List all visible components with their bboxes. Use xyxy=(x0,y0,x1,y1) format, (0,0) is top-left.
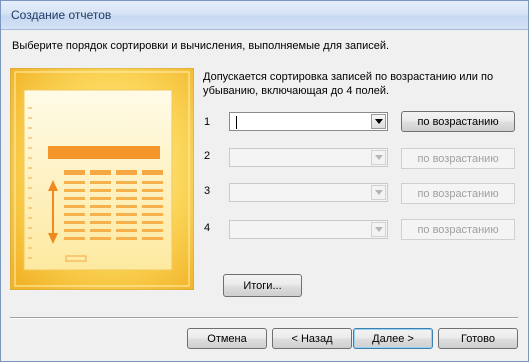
next-button[interactable]: Далее > xyxy=(353,328,433,349)
dialog-body: Выберите порядок сортировки и вычисления… xyxy=(4,30,524,358)
sort-row-4-number: 4 xyxy=(204,222,211,234)
sort-row-2-number: 2 xyxy=(204,150,211,162)
sort-field-3-combo[interactable] xyxy=(229,183,388,202)
sort-field-4-combo[interactable] xyxy=(229,220,388,239)
sort-field-2-input[interactable] xyxy=(232,150,369,165)
finish-button[interactable]: Готово xyxy=(438,328,518,349)
instruction-text: Выберите порядок сортировки и вычисления… xyxy=(12,40,390,52)
sort-order-3-button[interactable]: по возрастанию xyxy=(401,183,515,204)
sort-field-2-combo[interactable] xyxy=(229,148,388,167)
report-illustration-icon xyxy=(9,67,195,291)
window-title: Создание отчетов xyxy=(11,8,112,22)
text-caret xyxy=(236,116,237,129)
sort-row-1-number: 1 xyxy=(204,116,211,128)
sort-description: Допускается сортировка записей по возрас… xyxy=(203,71,494,97)
dropdown-arrow-icon[interactable] xyxy=(371,185,386,200)
report-illustration xyxy=(9,67,195,291)
title-bar[interactable]: Создание отчетов xyxy=(1,1,528,30)
cancel-button[interactable]: Отмена xyxy=(187,328,267,349)
sort-field-4-input[interactable] xyxy=(232,222,369,237)
sort-field-1-input[interactable] xyxy=(232,114,369,129)
back-button[interactable]: < Назад xyxy=(272,328,352,349)
dropdown-arrow-icon[interactable] xyxy=(371,114,386,129)
sort-order-1-button[interactable]: по возрастанию xyxy=(401,111,515,132)
sort-field-1-combo[interactable] xyxy=(229,112,388,131)
dropdown-arrow-icon[interactable] xyxy=(371,150,386,165)
report-wizard-dialog: Создание отчетов Выберите порядок сортир… xyxy=(0,0,529,362)
dropdown-arrow-icon[interactable] xyxy=(371,222,386,237)
sort-order-2-button[interactable]: по возрастанию xyxy=(401,148,515,169)
sort-field-3-input[interactable] xyxy=(232,185,369,200)
sort-order-4-button[interactable]: по возрастанию xyxy=(401,219,515,240)
footer-separator xyxy=(10,317,518,319)
sort-row-3-number: 3 xyxy=(204,185,211,197)
summary-options-button[interactable]: Итоги... xyxy=(223,274,302,297)
